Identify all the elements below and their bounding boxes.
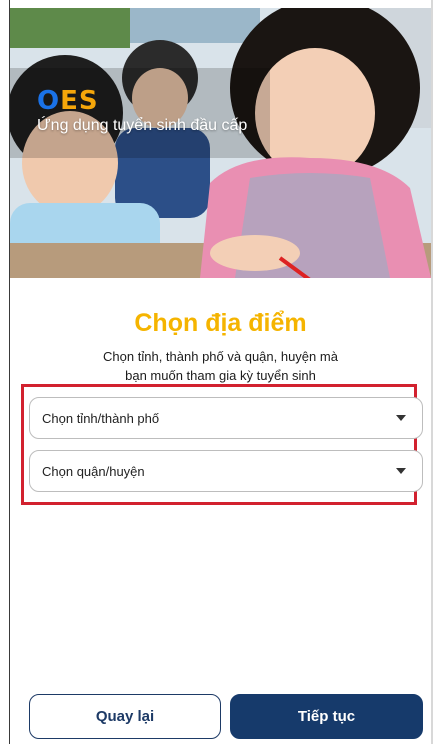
continue-button[interactable]: Tiếp tục [230,694,423,739]
app-tagline: Ứng dụng tuyển sinh đầu cấp [37,117,248,134]
district-select-label: Chọn quận/huyện [42,464,145,479]
oes-logo: OES [37,86,99,116]
page-subtitle: Chọn tỉnh, thành phố và quận, huyện mà b… [40,347,401,385]
app-screen: OES Ứng dụng tuyển sinh đầu cấp Chọn địa… [0,0,433,744]
chevron-down-icon [396,415,406,421]
hero-photo-illustration [10,8,431,278]
hero-banner: OES Ứng dụng tuyển sinh đầu cấp [10,8,431,278]
province-select-label: Chọn tỉnh/thành phố [42,411,160,426]
province-select[interactable]: Chọn tỉnh/thành phố [29,397,423,439]
subtitle-line-1: Chọn tỉnh, thành phố và quận, huyện mà [103,349,338,364]
logo-letter-o: O [37,86,61,116]
subtitle-line-2: bạn muốn tham gia kỳ tuyển sinh [125,368,316,383]
district-select[interactable]: Chọn quận/huyện [29,450,423,492]
chevron-down-icon [396,468,406,474]
back-button[interactable]: Quay lại [29,694,221,739]
page-title: Chọn địa điểm [134,309,307,337]
logo-letters-es: ES [60,86,99,116]
